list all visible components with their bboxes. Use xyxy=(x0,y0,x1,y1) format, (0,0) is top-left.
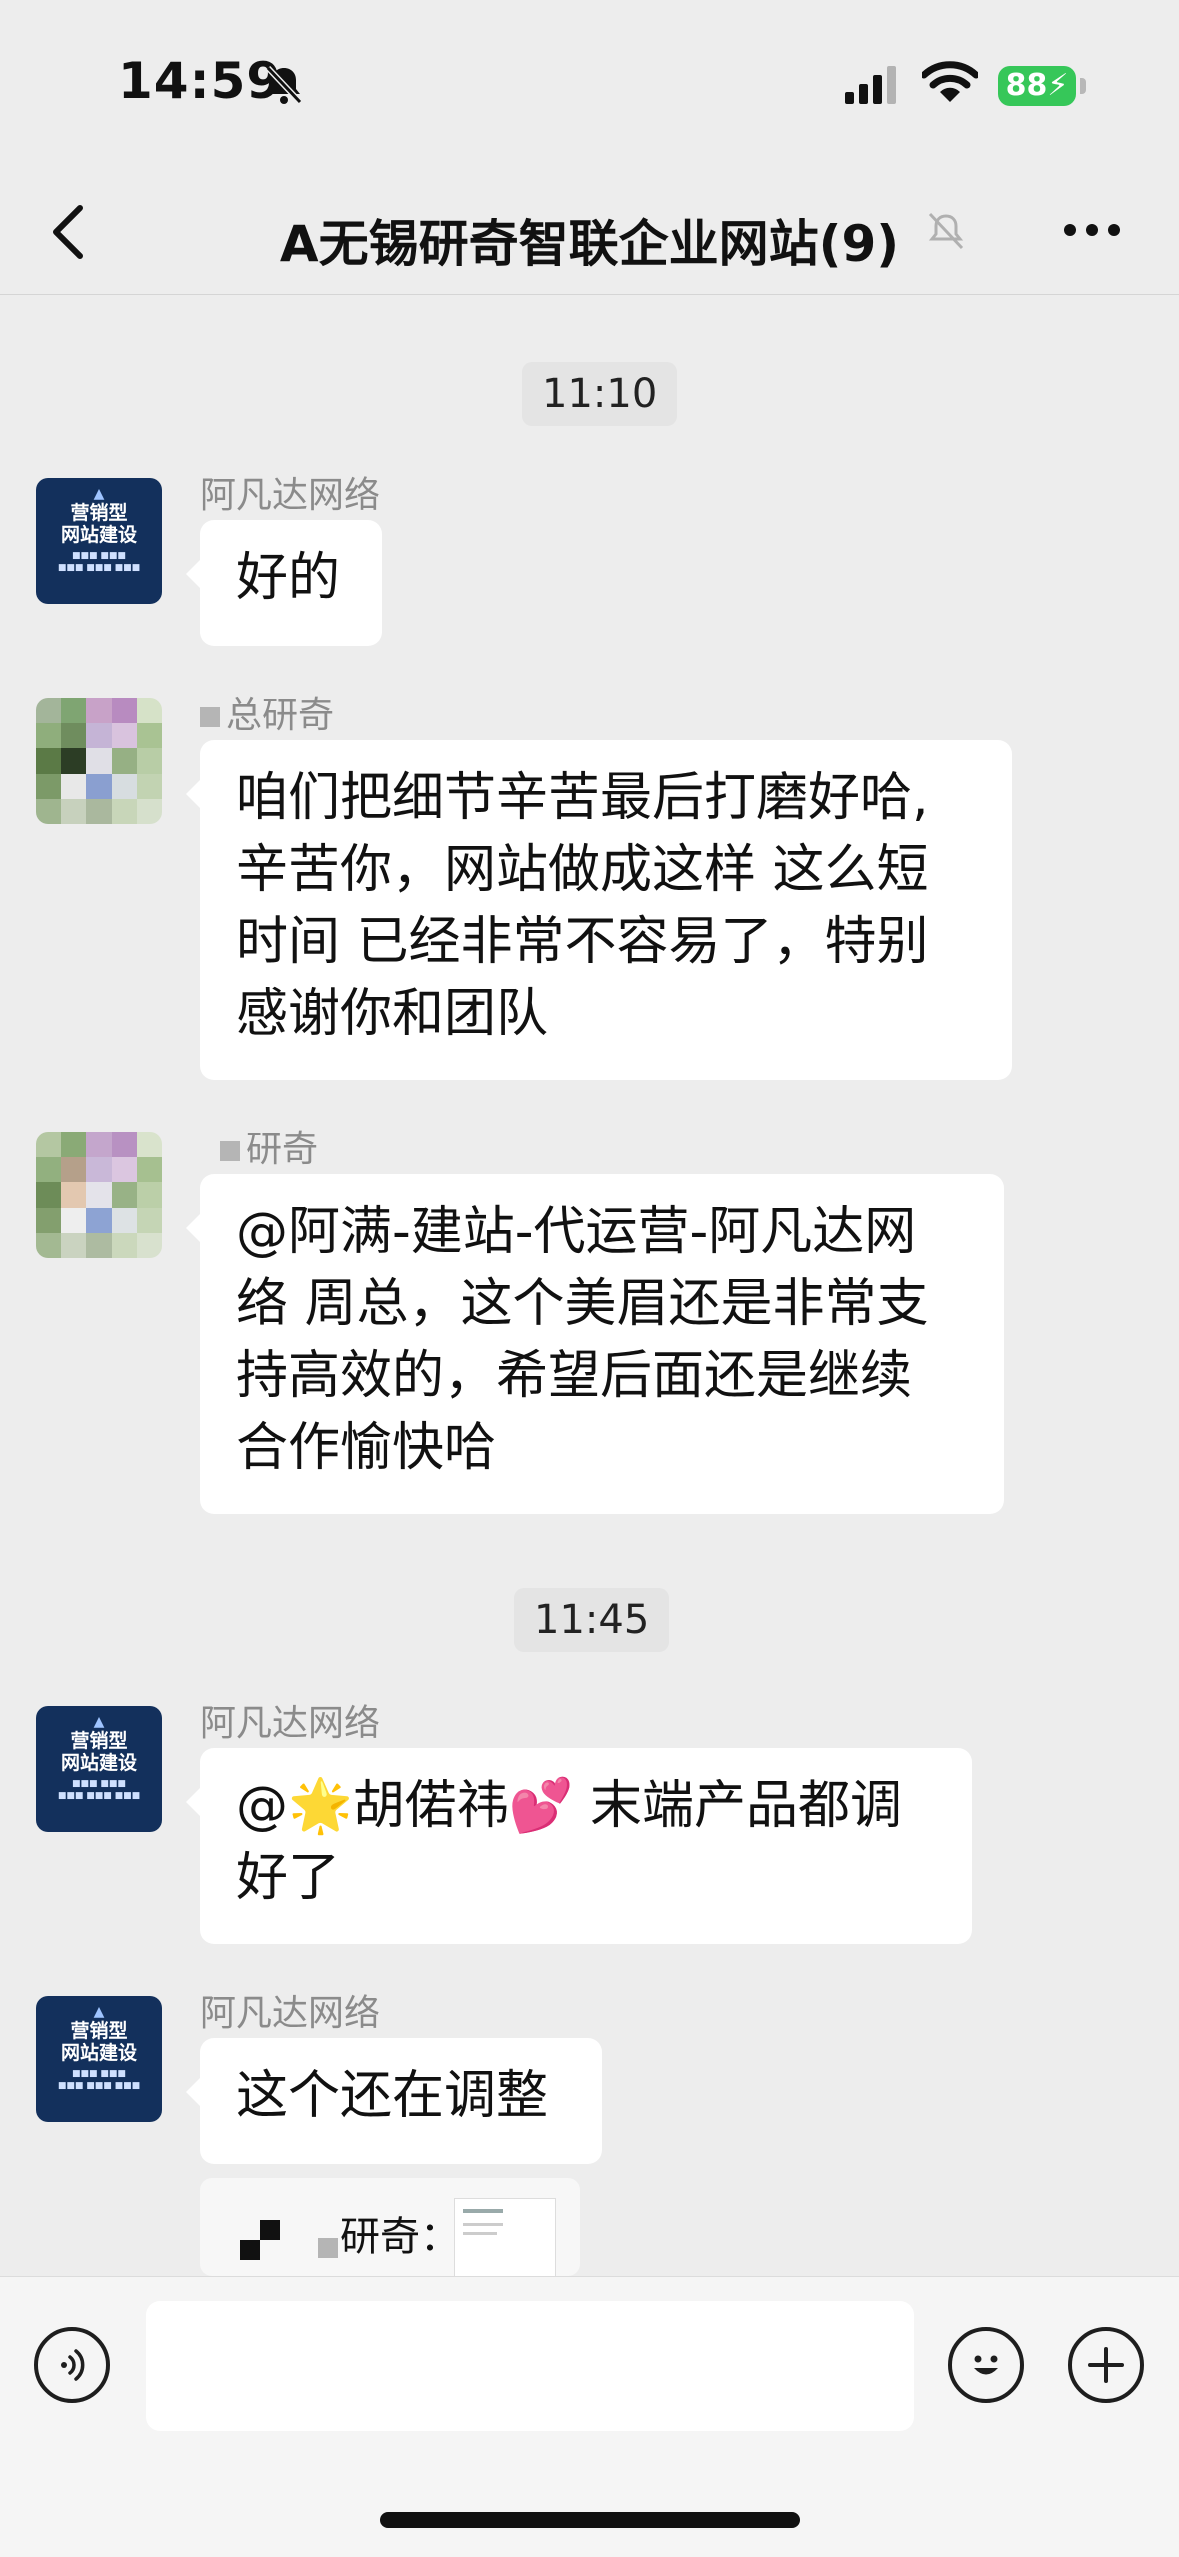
more-icon[interactable] xyxy=(1062,222,1122,238)
message-bubble[interactable]: @阿满-建站-代运营-阿凡达网 络 周总，这个美眉还是非常支 持高效的，希望后面… xyxy=(186,1174,1004,1514)
chat-header: A无锡研奇智联企业网站(9) xyxy=(0,170,1179,294)
emoji-button[interactable] xyxy=(948,2327,1024,2403)
avatar[interactable]: ▲ 营销型 网站建设 ■■■ ■■■ ■■■ ■■■ ■■■ xyxy=(36,1996,162,2122)
avatar-logo-icon: ▲ xyxy=(93,486,105,502)
sender-name: 阿凡达网络 xyxy=(200,475,381,516)
voice-button[interactable] xyxy=(34,2327,110,2403)
avatar-blurred[interactable] xyxy=(36,698,162,824)
avatar-title: 营销型 网站建设 xyxy=(60,502,137,546)
message-line: 合作愉快哈 xyxy=(236,1418,497,1478)
message-line: @阿满-建站-代运营-阿凡达网 xyxy=(236,1202,917,1262)
message-line: 络 周总，这个美眉还是非常支 xyxy=(236,1274,929,1334)
timestamp: 11:45 xyxy=(514,1588,670,1652)
avatar-title: 营销型 网站建设 xyxy=(60,2020,137,2064)
redacted-mark xyxy=(200,707,220,727)
status-time: 14:59 xyxy=(118,52,283,110)
avatar-logo-icon: ▲ xyxy=(93,2004,105,2020)
message-bubble[interactable]: 咱们把细节辛苦最后打磨好哈, 辛苦你，网站做成这样 这么短 时间 已经非常不容易… xyxy=(186,740,1012,1080)
avatar-subtext: ■■■ ■■■ ■■■ ■■■ ■■■ xyxy=(57,551,141,573)
message-bubble[interactable]: @🌟胡偌祎💕 末端产品都调 好了 xyxy=(186,1748,972,1944)
message-text: 这个还在调整 xyxy=(236,2066,549,2126)
message-line: 咱们把细节辛苦最后打磨好哈, xyxy=(236,768,929,828)
battery-tip xyxy=(1080,78,1086,94)
avatar-logo-icon: ▲ xyxy=(93,1714,105,1730)
avatar-title: 营销型 网站建设 xyxy=(60,1730,137,1774)
bell-off-icon xyxy=(265,65,303,105)
signal-icon xyxy=(845,66,896,104)
message-bubble[interactable]: 好的 xyxy=(186,520,382,646)
plus-icon xyxy=(1088,2347,1124,2383)
avatar-blurred[interactable] xyxy=(36,1132,162,1258)
plus-button[interactable] xyxy=(1068,2327,1144,2403)
message-line: 时间 已经非常不容易了，特别 xyxy=(236,912,929,972)
message-bubble[interactable]: 这个还在调整 xyxy=(186,2038,602,2164)
message-line: 好了 xyxy=(236,1848,341,1908)
emoji-icon xyxy=(974,2355,998,2375)
voice-icon xyxy=(61,2349,85,2381)
chat-title[interactable]: A无锡研奇智联企业网站(9) xyxy=(0,204,1179,276)
sender-name: 阿凡达网络 xyxy=(200,1703,381,1744)
sender-name: 研奇 xyxy=(220,1120,318,1172)
mute-bell-icon xyxy=(928,212,964,250)
message-input[interactable] xyxy=(146,2301,914,2431)
timestamp: 11:10 xyxy=(522,362,678,426)
status-bar: 14:59 88⚡ xyxy=(0,0,1179,170)
battery-level: 88 xyxy=(1005,68,1048,103)
avatar[interactable]: ▲ 营销型 网站建设 ■■■ ■■■ ■■■ ■■■ ■■■ xyxy=(36,478,162,604)
redacted-mark xyxy=(318,2238,338,2258)
avatar[interactable]: ▲ 营销型 网站建设 ■■■ ■■■ ■■■ ■■■ ■■■ xyxy=(36,1706,162,1832)
avatar-subtext: ■■■ ■■■ ■■■ ■■■ ■■■ xyxy=(57,1779,141,1801)
sender-name: 阿凡达网络 xyxy=(200,1993,381,2034)
message-line: 感谢你和团队 xyxy=(236,984,549,1044)
message-line: @🌟胡偌祎💕 末端产品都调 xyxy=(236,1776,903,1836)
home-indicator[interactable] xyxy=(380,2512,800,2528)
header-divider xyxy=(0,294,1179,295)
message-text: 好的 xyxy=(236,548,341,608)
battery-indicator: 88⚡ xyxy=(998,66,1076,106)
sender-name: 总研奇 xyxy=(200,686,334,738)
avatar-subtext: ■■■ ■■■ ■■■ ■■■ ■■■ xyxy=(57,2069,141,2091)
quote-text: 研奇： xyxy=(340,2214,460,2260)
message-line: 辛苦你，网站做成这样 这么短 xyxy=(236,840,929,900)
redacted-mark xyxy=(220,1141,240,1161)
message-line: 持高效的，希望后面还是继续 xyxy=(236,1346,913,1406)
file-thumbnail xyxy=(454,2198,556,2276)
wifi-icon xyxy=(922,61,978,102)
pixel-avatar-icon xyxy=(240,2220,280,2260)
quoted-file-card[interactable]: 研奇： xyxy=(200,2178,580,2276)
